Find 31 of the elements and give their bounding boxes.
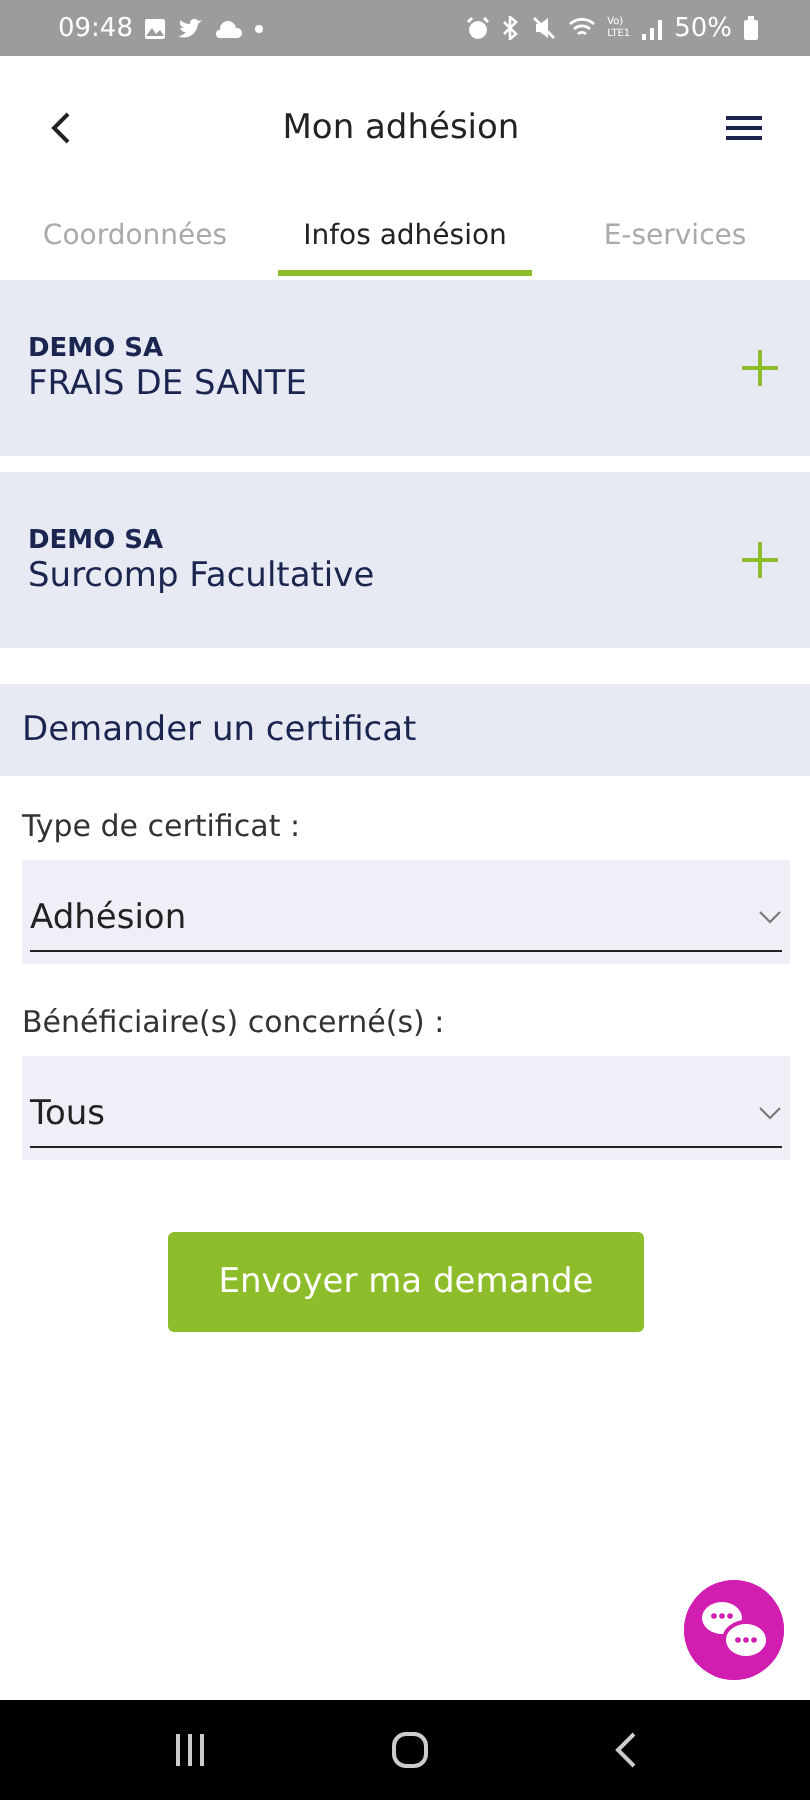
chevron-down-icon xyxy=(758,1106,782,1120)
cloud-icon xyxy=(216,19,243,37)
field-label: Bénéficiaire(s) concerné(s) : xyxy=(22,1004,447,1040)
bluetooth-icon xyxy=(501,16,520,40)
chat-icon[interactable] xyxy=(684,1580,784,1680)
section-header: Demander un certificat xyxy=(0,684,810,776)
status-time: 09:48 xyxy=(58,13,133,43)
company-name: DEMO SA xyxy=(28,525,166,555)
select-field[interactable]: Adhésion xyxy=(22,860,790,964)
mute-icon xyxy=(531,16,556,40)
back-icon[interactable] xyxy=(614,1730,639,1770)
wifi-icon xyxy=(567,16,596,40)
contract-card[interactable]: DEMO SA Surcomp Facultative xyxy=(0,472,810,648)
contract-name: FRAIS DE SANTE xyxy=(28,363,310,403)
select-field[interactable]: Tous xyxy=(22,1056,790,1160)
chevron-down-icon xyxy=(758,910,782,924)
battery-icon xyxy=(744,16,758,40)
alarm-icon xyxy=(465,16,490,40)
bird-icon xyxy=(178,17,205,39)
dot-icon xyxy=(254,23,265,33)
image-icon xyxy=(144,17,167,39)
company-name: DEMO SA xyxy=(28,333,166,363)
field-label: Type de certificat : xyxy=(22,808,303,844)
signal-icon xyxy=(642,17,663,39)
contract-card[interactable]: DEMO SA FRAIS DE SANTE xyxy=(0,280,810,456)
page-title: Mon adhésion xyxy=(280,108,522,148)
home-icon[interactable] xyxy=(390,1730,431,1770)
menu-icon[interactable] xyxy=(726,116,762,140)
recent-apps-icon[interactable] xyxy=(171,1732,208,1768)
battery-percent: 50% xyxy=(674,13,732,43)
contract-name: Surcomp Facultative xyxy=(28,555,377,595)
